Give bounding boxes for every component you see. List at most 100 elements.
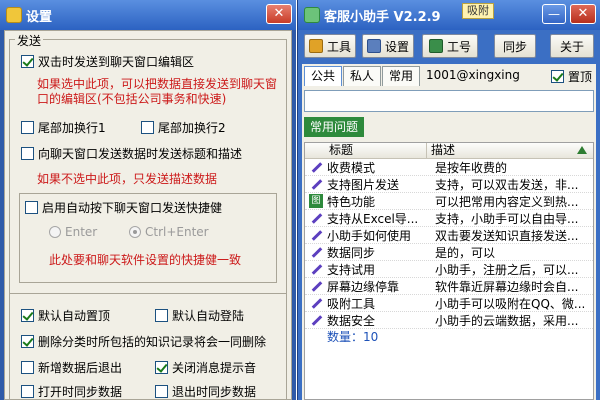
col-title-header[interactable]: 标题 — [305, 143, 427, 158]
settings-body: 发送 双击时发送到聊天窗口编辑区 如果选中此项，可以把数据直接发送到聊天窗口的编… — [4, 30, 292, 400]
list-header: 标题 描述 — [305, 143, 593, 159]
app-icon — [6, 7, 22, 23]
minimize-button[interactable]: — — [542, 4, 566, 24]
list-item[interactable]: 支持图片发送 支持，可以双击发送，非... — [305, 176, 593, 193]
pen-icon — [309, 211, 323, 225]
list-item-desc: 双击要发送知识直接发送... — [435, 228, 579, 243]
option-tail1[interactable]: 尾部加换行1 — [21, 119, 106, 136]
list-item-title: 数据安全 — [327, 313, 376, 328]
option-auto-shortcut-label: 启用自动按下聊天窗口发送快捷健 — [42, 201, 223, 215]
list-item-desc: 小助手，注册之后，可以... — [435, 262, 579, 277]
send-title-checkbox[interactable] — [21, 147, 34, 160]
send-title-note: 如果不选中此项，只发送描述数据 — [37, 172, 218, 186]
sync-button[interactable]: 同步 — [494, 34, 536, 58]
option-sync-exit-label: 退出时同步数据 — [172, 385, 257, 399]
list-item[interactable]: 吸附工具 小助手可以吸附在QQ、微... — [305, 295, 593, 312]
pen-icon — [309, 313, 323, 327]
list-item[interactable]: 图特色功能 可以把常用内容定义到热... — [305, 193, 593, 210]
auto-shortcut-checkbox[interactable] — [25, 201, 38, 214]
tail2-checkbox[interactable] — [141, 121, 154, 134]
helper-titlebar[interactable]: 客服小助手 V2.2.9 吸附 — ✕ — [298, 0, 600, 30]
close-sound-checkbox[interactable] — [155, 361, 168, 374]
pen-icon — [309, 262, 323, 276]
list-item[interactable]: 屏幕边缘停靠 软件靠近屏幕边缘时会自... — [305, 278, 593, 295]
option-auto-shortcut[interactable]: 启用自动按下聊天窗口发送快捷健 — [25, 199, 222, 216]
delete-sync-checkbox[interactable] — [21, 335, 34, 348]
list-item-desc: 支持，可以双击发送，非... — [435, 177, 579, 192]
tail1-checkbox[interactable] — [21, 121, 34, 134]
dblclick-checkbox[interactable] — [21, 55, 34, 68]
tools-icon — [308, 39, 323, 53]
radio-enter[interactable]: Enter — [49, 225, 97, 239]
close-button[interactable]: ✕ — [266, 4, 292, 24]
tools-button[interactable]: 工具 — [304, 34, 356, 58]
default-top-checkbox[interactable] — [21, 309, 34, 322]
sync-open-checkbox[interactable] — [21, 385, 34, 398]
send-group-label: 发送 — [15, 32, 44, 49]
account-label: 1001@xingxing — [426, 68, 520, 82]
pin-checkbox[interactable] — [550, 70, 564, 83]
settings-window: 设置 ✕ 发送 双击时发送到聊天窗口编辑区 如果选中此项，可以把数据直接发送到聊… — [0, 0, 296, 400]
option-tail2[interactable]: 尾部加换行2 — [141, 119, 226, 136]
pen-icon — [309, 228, 323, 242]
list-item-desc: 可以把常用内容定义到热... — [435, 194, 579, 209]
option-sync-open[interactable]: 打开时同步数据 — [21, 383, 122, 400]
tab-common[interactable]: 常用 — [382, 66, 421, 86]
option-send-title-label: 向聊天窗口发送数据时发送标题和描述 — [38, 147, 243, 161]
list-item-title: 小助手如何使用 — [327, 228, 412, 243]
option-dblclick[interactable]: 双击时发送到聊天窗口编辑区 — [21, 53, 194, 70]
list-item-title: 屏幕边缘停靠 — [327, 279, 400, 294]
exit-after-add-checkbox[interactable] — [21, 361, 34, 374]
option-default-login-label: 默认自动登陆 — [172, 309, 245, 323]
badge-button[interactable]: 工号 — [422, 34, 478, 58]
option-close-sound-label: 关闭消息提示音 — [172, 361, 257, 375]
option-close-sound[interactable]: 关闭消息提示音 — [155, 359, 256, 376]
helper-window: 客服小助手 V2.2.9 吸附 — ✕ 工具 设置 工号 同步 关于 公共 私人… — [297, 0, 600, 400]
default-login-checkbox[interactable] — [155, 309, 168, 322]
pen-icon — [309, 177, 323, 191]
pen-icon — [309, 296, 323, 310]
option-tail1-label: 尾部加换行1 — [38, 121, 106, 135]
option-default-top[interactable]: 默认自动置顶 — [21, 307, 110, 324]
option-default-login[interactable]: 默认自动登陆 — [155, 307, 244, 324]
option-delete-sync[interactable]: 删除分类时所包括的知识记录将会一同删除 — [21, 333, 266, 350]
pin-label: 置顶 — [567, 70, 592, 84]
col-desc-header[interactable]: 描述 — [427, 143, 593, 158]
list-item[interactable]: 收费模式 是按年收费的 — [305, 159, 593, 176]
option-sync-open-label: 打开时同步数据 — [38, 385, 123, 399]
list-item[interactable]: 支持从Excel导... 支持，小助手可以自由导... — [305, 210, 593, 227]
tab-private[interactable]: 私人 — [343, 66, 382, 86]
list-item[interactable]: 数据同步 是的，可以 — [305, 244, 593, 261]
dock-tag-button[interactable]: 吸附 — [462, 3, 494, 19]
option-default-top-label: 默认自动置顶 — [38, 309, 111, 323]
option-sync-exit[interactable]: 退出时同步数据 — [155, 383, 256, 400]
option-send-title[interactable]: 向聊天窗口发送数据时发送标题和描述 — [21, 145, 242, 162]
tab-public[interactable]: 公共 — [304, 66, 343, 86]
sort-arrow-icon — [577, 146, 587, 154]
about-button[interactable]: 关于 — [550, 34, 594, 58]
radio-ctrl-enter[interactable]: Ctrl+Enter — [129, 225, 209, 239]
search-input[interactable] — [304, 90, 594, 112]
radio-ctrl-enter-label: Ctrl+Enter — [145, 225, 209, 239]
radio-enter-dot[interactable] — [49, 226, 61, 238]
list-item[interactable]: 小助手如何使用 双击要发送知识直接发送... — [305, 227, 593, 244]
option-exit-after-add[interactable]: 新增数据后退出 — [21, 359, 122, 376]
settings-titlebar[interactable]: 设置 ✕ — [0, 0, 296, 30]
option-dblclick-label: 双击时发送到聊天窗口编辑区 — [38, 55, 195, 69]
category-button[interactable]: 常用问题 — [304, 117, 365, 137]
sync-exit-checkbox[interactable] — [155, 385, 168, 398]
helper-title: 客服小助手 V2.2.9 — [324, 9, 441, 25]
settings-button[interactable]: 设置 — [362, 34, 414, 58]
helper-close-button[interactable]: ✕ — [570, 4, 596, 24]
list-item-desc: 小助手的云端数据，采用... — [435, 313, 579, 328]
option-exit-after-add-label: 新增数据后退出 — [38, 361, 123, 375]
pen-icon — [309, 160, 323, 174]
list-item-title: 收费模式 — [327, 160, 376, 175]
radio-enter-label: Enter — [65, 225, 98, 239]
list-item[interactable]: 支持试用 小助手，注册之后，可以... — [305, 261, 593, 278]
list-item-title: 支持试用 — [327, 262, 376, 277]
radio-ctrl-enter-dot[interactable] — [129, 226, 141, 238]
col-desc-label: 描述 — [431, 143, 456, 157]
list-item[interactable]: 数据安全 小助手的云端数据，采用... — [305, 312, 593, 329]
pin-option[interactable]: 置顶 — [550, 68, 592, 85]
